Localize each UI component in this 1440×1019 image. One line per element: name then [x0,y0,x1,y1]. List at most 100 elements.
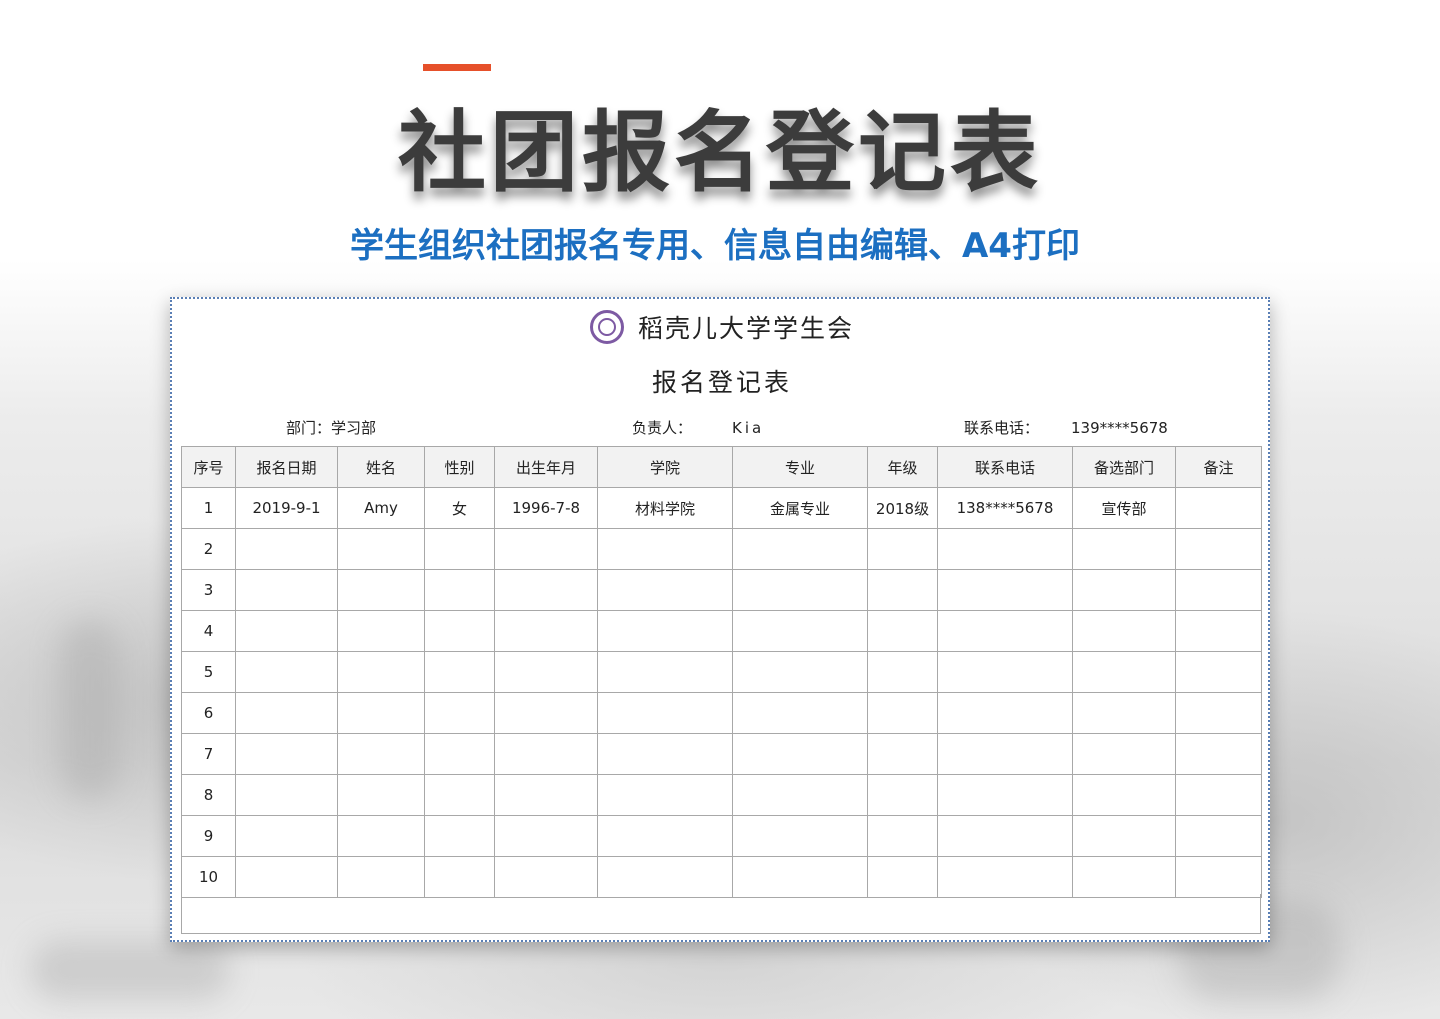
cell-college[interactable] [597,692,733,734]
cell-date[interactable] [235,528,338,570]
cell-grade[interactable] [867,692,938,734]
cell-index[interactable]: 3 [181,569,236,611]
cell-birth[interactable] [494,733,598,775]
cell-notes[interactable] [1175,774,1262,816]
cell-phone[interactable] [937,733,1073,775]
cell-birth[interactable] [494,774,598,816]
cell-phone[interactable] [937,569,1073,611]
cell-phone[interactable] [937,774,1073,816]
cell-alt-dept[interactable]: 宣传部 [1072,487,1176,529]
cell-grade[interactable] [867,651,938,693]
cell-gender[interactable] [424,692,495,734]
cell-index[interactable]: 8 [181,774,236,816]
cell-name[interactable] [337,610,425,652]
cell-gender[interactable] [424,610,495,652]
cell-notes[interactable] [1175,692,1262,734]
cell-birth[interactable] [494,692,598,734]
cell-name[interactable] [337,774,425,816]
cell-college[interactable] [597,610,733,652]
cell-alt-dept[interactable] [1072,815,1176,857]
cell-major[interactable] [732,569,868,611]
cell-major[interactable] [732,692,868,734]
cell-name[interactable] [337,733,425,775]
cell-grade[interactable] [867,856,938,898]
cell-birth[interactable] [494,856,598,898]
cell-college[interactable] [597,815,733,857]
cell-phone[interactable] [937,528,1073,570]
cell-alt-dept[interactable] [1072,692,1176,734]
cell-index[interactable]: 10 [181,856,236,898]
cell-grade[interactable]: 2018级 [867,487,938,529]
cell-alt-dept[interactable] [1072,856,1176,898]
cell-name[interactable] [337,692,425,734]
cell-index[interactable]: 1 [181,487,236,529]
cell-phone[interactable] [937,856,1073,898]
cell-phone[interactable] [937,692,1073,734]
cell-birth[interactable] [494,610,598,652]
cell-notes[interactable] [1175,528,1262,570]
cell-college[interactable] [597,528,733,570]
cell-gender[interactable] [424,856,495,898]
cell-alt-dept[interactable] [1072,610,1176,652]
cell-phone[interactable] [937,610,1073,652]
cell-college[interactable] [597,774,733,816]
cell-notes[interactable] [1175,856,1262,898]
cell-major[interactable] [732,856,868,898]
cell-name[interactable] [337,528,425,570]
cell-major[interactable] [732,610,868,652]
cell-major[interactable] [732,815,868,857]
cell-date[interactable] [235,692,338,734]
cell-major[interactable] [732,774,868,816]
cell-index[interactable]: 2 [181,528,236,570]
cell-college[interactable]: 材料学院 [597,487,733,529]
cell-birth[interactable] [494,528,598,570]
cell-name[interactable] [337,651,425,693]
cell-gender[interactable] [424,651,495,693]
cell-date[interactable] [235,856,338,898]
cell-birth[interactable] [494,651,598,693]
cell-grade[interactable] [867,610,938,652]
cell-alt-dept[interactable] [1072,774,1176,816]
cell-alt-dept[interactable] [1072,651,1176,693]
cell-gender[interactable] [424,815,495,857]
cell-notes[interactable] [1175,610,1262,652]
cell-birth[interactable] [494,569,598,611]
cell-phone[interactable]: 138****5678 [937,487,1073,529]
cell-index[interactable]: 9 [181,815,236,857]
cell-date[interactable] [235,774,338,816]
cell-major[interactable] [732,528,868,570]
cell-birth[interactable] [494,815,598,857]
cell-alt-dept[interactable] [1072,733,1176,775]
cell-gender[interactable] [424,774,495,816]
cell-phone[interactable] [937,815,1073,857]
cell-gender[interactable] [424,733,495,775]
cell-date[interactable] [235,733,338,775]
cell-notes[interactable] [1175,733,1262,775]
cell-college[interactable] [597,569,733,611]
cell-alt-dept[interactable] [1072,569,1176,611]
cell-notes[interactable] [1175,487,1262,529]
cell-gender[interactable] [424,569,495,611]
cell-notes[interactable] [1175,569,1262,611]
cell-alt-dept[interactable] [1072,528,1176,570]
cell-phone[interactable] [937,651,1073,693]
cell-date[interactable] [235,610,338,652]
cell-college[interactable] [597,651,733,693]
cell-gender[interactable] [424,528,495,570]
cell-birth[interactable]: 1996-7-8 [494,487,598,529]
cell-name[interactable] [337,569,425,611]
cell-major[interactable] [732,651,868,693]
cell-notes[interactable] [1175,815,1262,857]
cell-gender[interactable]: 女 [424,487,495,529]
cell-major[interactable] [732,733,868,775]
cell-grade[interactable] [867,815,938,857]
cell-index[interactable]: 4 [181,610,236,652]
cell-grade[interactable] [867,774,938,816]
cell-grade[interactable] [867,528,938,570]
cell-index[interactable]: 5 [181,651,236,693]
cell-name[interactable]: Amy [337,487,425,529]
cell-grade[interactable] [867,569,938,611]
cell-date[interactable] [235,815,338,857]
cell-name[interactable] [337,856,425,898]
cell-name[interactable] [337,815,425,857]
